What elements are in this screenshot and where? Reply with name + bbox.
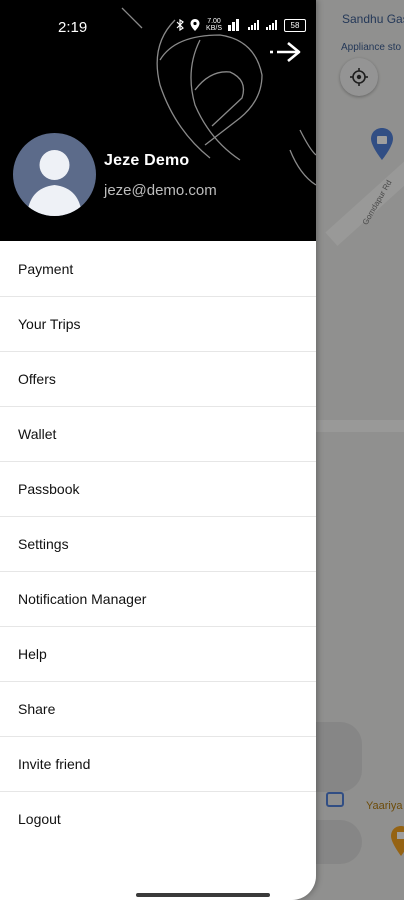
menu-item-payment[interactable]: Payment: [0, 242, 316, 297]
drawer-menu: Payment Your Trips Offers Wallet Passboo…: [0, 242, 316, 846]
status-icons: 7.00 KB/S 58: [176, 18, 306, 32]
user-name: Jeze Demo: [104, 152, 190, 169]
user-silhouette-icon: [27, 150, 82, 216]
bluetooth-icon: [176, 19, 184, 31]
battery-icon: 58: [284, 18, 306, 32]
menu-item-share[interactable]: Share: [0, 682, 316, 737]
signal-icon: [266, 20, 277, 30]
user-email: jeze@demo.com: [104, 182, 217, 199]
menu-item-wallet[interactable]: Wallet: [0, 407, 316, 462]
location-icon: [190, 19, 200, 31]
menu-item-offers[interactable]: Offers: [0, 352, 316, 407]
menu-item-notification-manager[interactable]: Notification Manager: [0, 572, 316, 627]
menu-item-help[interactable]: Help: [0, 627, 316, 682]
menu-item-settings[interactable]: Settings: [0, 517, 316, 572]
navigation-drawer: 2:19 7.00 KB/S 58 Jeze Demo jeze@demo.co…: [0, 0, 316, 900]
menu-item-logout[interactable]: Logout: [0, 792, 316, 846]
wifi-icon: [228, 19, 239, 31]
home-indicator[interactable]: [136, 893, 270, 897]
data-speed-icon: 7.00 KB/S: [206, 18, 222, 32]
signal-icon: [248, 20, 259, 30]
avatar[interactable]: [13, 133, 96, 216]
arrow-right-icon[interactable]: [268, 38, 304, 66]
menu-item-your-trips[interactable]: Your Trips: [0, 297, 316, 352]
drawer-header: 2:19 7.00 KB/S 58 Jeze Demo jeze@demo.co…: [0, 0, 316, 241]
status-time: 2:19: [58, 19, 88, 36]
menu-item-invite-friend[interactable]: Invite friend: [0, 737, 316, 792]
menu-item-passbook[interactable]: Passbook: [0, 462, 316, 517]
